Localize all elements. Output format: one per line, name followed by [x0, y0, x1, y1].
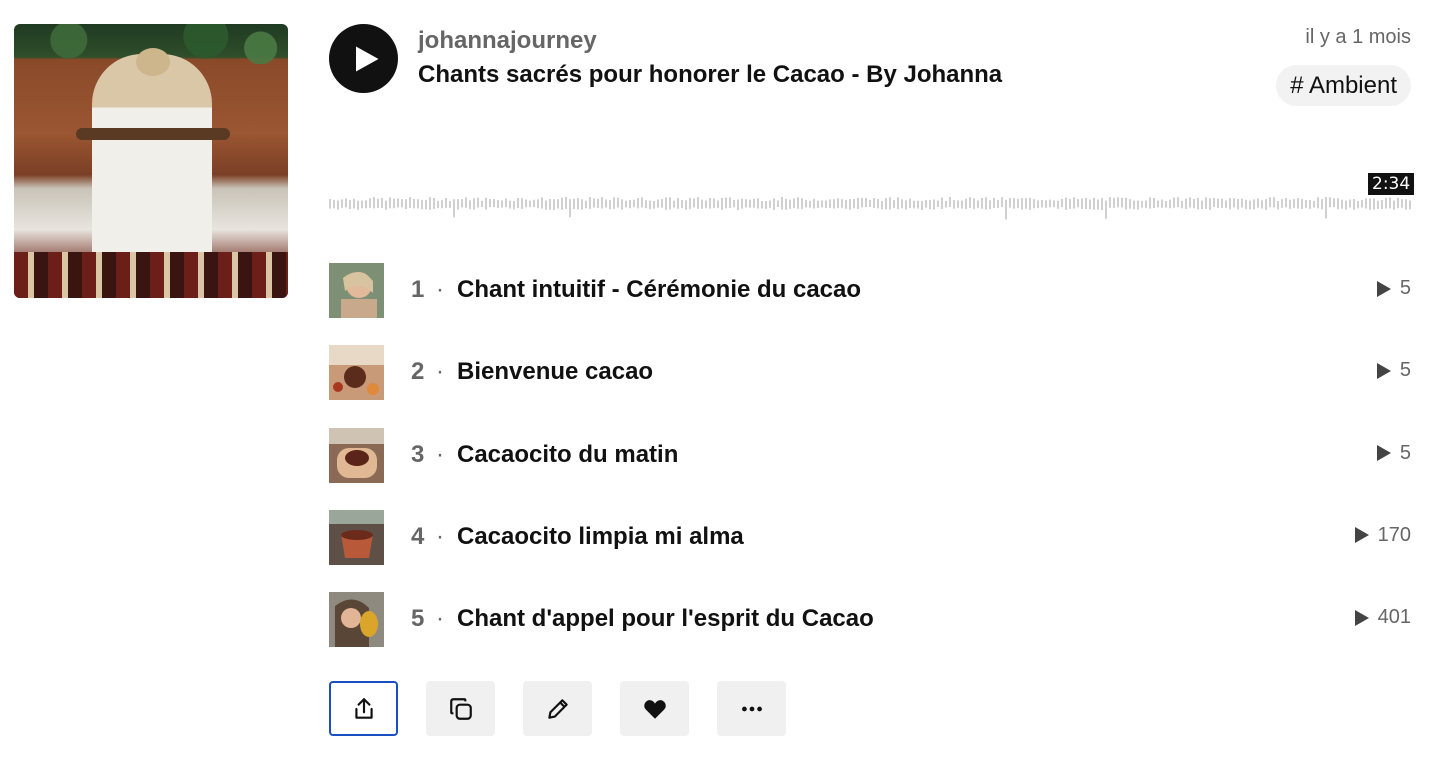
- track-title[interactable]: Bienvenue cacao: [457, 358, 653, 386]
- track-number: 5: [411, 605, 425, 633]
- play-count-value: 170: [1377, 523, 1411, 546]
- play-count-value: 401: [1377, 606, 1411, 629]
- track-separator: ·: [436, 276, 444, 303]
- track-number: 4: [411, 522, 425, 550]
- play-count-value: 5: [1399, 441, 1411, 464]
- play-count: 5: [1376, 277, 1411, 300]
- track-thumbnail: [329, 592, 384, 648]
- play-count-icon: [1354, 609, 1369, 626]
- track-row[interactable]: 3 · Cacaocito du matin 5: [329, 427, 1411, 510]
- genre-tag[interactable]: # Ambient: [1276, 65, 1411, 106]
- share-button[interactable]: [329, 681, 398, 736]
- copy-button[interactable]: [426, 681, 495, 736]
- track-title[interactable]: Chant intuitif - Cérémonie du cacao: [457, 276, 861, 304]
- upload-time: il y a 1 mois: [1305, 26, 1411, 48]
- artwork-stick: [76, 128, 230, 140]
- track-row[interactable]: 1 · Chant intuitif - Cérémonie du cacao …: [329, 263, 1411, 345]
- play-count: 5: [1376, 359, 1411, 382]
- play-count-icon: [1354, 527, 1369, 544]
- play-count-icon: [1376, 445, 1391, 462]
- track-number: 3: [411, 440, 425, 468]
- track-title[interactable]: Chant d'appel pour l'esprit du Cacao: [457, 605, 874, 633]
- playlist-artwork[interactable]: [14, 24, 288, 298]
- copy-icon: [449, 697, 472, 720]
- play-icon: [356, 46, 379, 71]
- artwork-tablecloth: [14, 252, 288, 298]
- track-number: 2: [411, 358, 425, 386]
- play-count: 401: [1354, 606, 1411, 629]
- track-separator: ·: [436, 440, 444, 468]
- track-title[interactable]: Cacaocito limpia mi alma: [457, 523, 744, 551]
- track-separator: ·: [436, 522, 444, 550]
- duration-label: 2:34: [1368, 173, 1415, 195]
- edit-button[interactable]: [523, 681, 592, 736]
- play-button[interactable]: [329, 24, 398, 93]
- track-row[interactable]: 2 · Bienvenue cacao 5: [329, 345, 1411, 427]
- play-count-value: 5: [1399, 359, 1411, 382]
- playlist-title[interactable]: Chants sacrés pour honorer le Cacao - By…: [418, 61, 1002, 89]
- track-title[interactable]: Cacaocito du matin: [457, 441, 678, 469]
- play-count-icon: [1376, 362, 1391, 379]
- track-thumbnail: [329, 263, 384, 318]
- play-count: 5: [1376, 442, 1411, 465]
- action-bar: [329, 681, 786, 736]
- play-count-value: 5: [1399, 277, 1411, 299]
- artist-name[interactable]: johannajourney: [418, 27, 597, 55]
- more-options-button[interactable]: [717, 681, 786, 736]
- track-row[interactable]: 4 · Cacaocito limpia mi alma 170: [329, 509, 1411, 592]
- waveform[interactable]: [329, 192, 1411, 226]
- track-list: 1 · Chant intuitif - Cérémonie du cacao …: [329, 263, 1411, 674]
- track-separator: ·: [436, 605, 444, 633]
- more-icon: [741, 706, 762, 711]
- share-icon: [354, 697, 373, 719]
- track-thumbnail: [329, 345, 384, 401]
- pencil-icon: [547, 698, 568, 719]
- track-thumbnail: [329, 427, 384, 483]
- track-number: 1: [411, 276, 425, 303]
- track-separator: ·: [436, 358, 444, 386]
- track-thumbnail: [329, 509, 384, 565]
- track-row[interactable]: 5 · Chant d'appel pour l'esprit du Cacao…: [329, 592, 1411, 674]
- like-button[interactable]: [620, 681, 689, 736]
- play-count-icon: [1376, 280, 1391, 297]
- artwork-hair-bun: [136, 48, 170, 76]
- heart-icon: [643, 699, 666, 719]
- play-count: 170: [1354, 524, 1411, 547]
